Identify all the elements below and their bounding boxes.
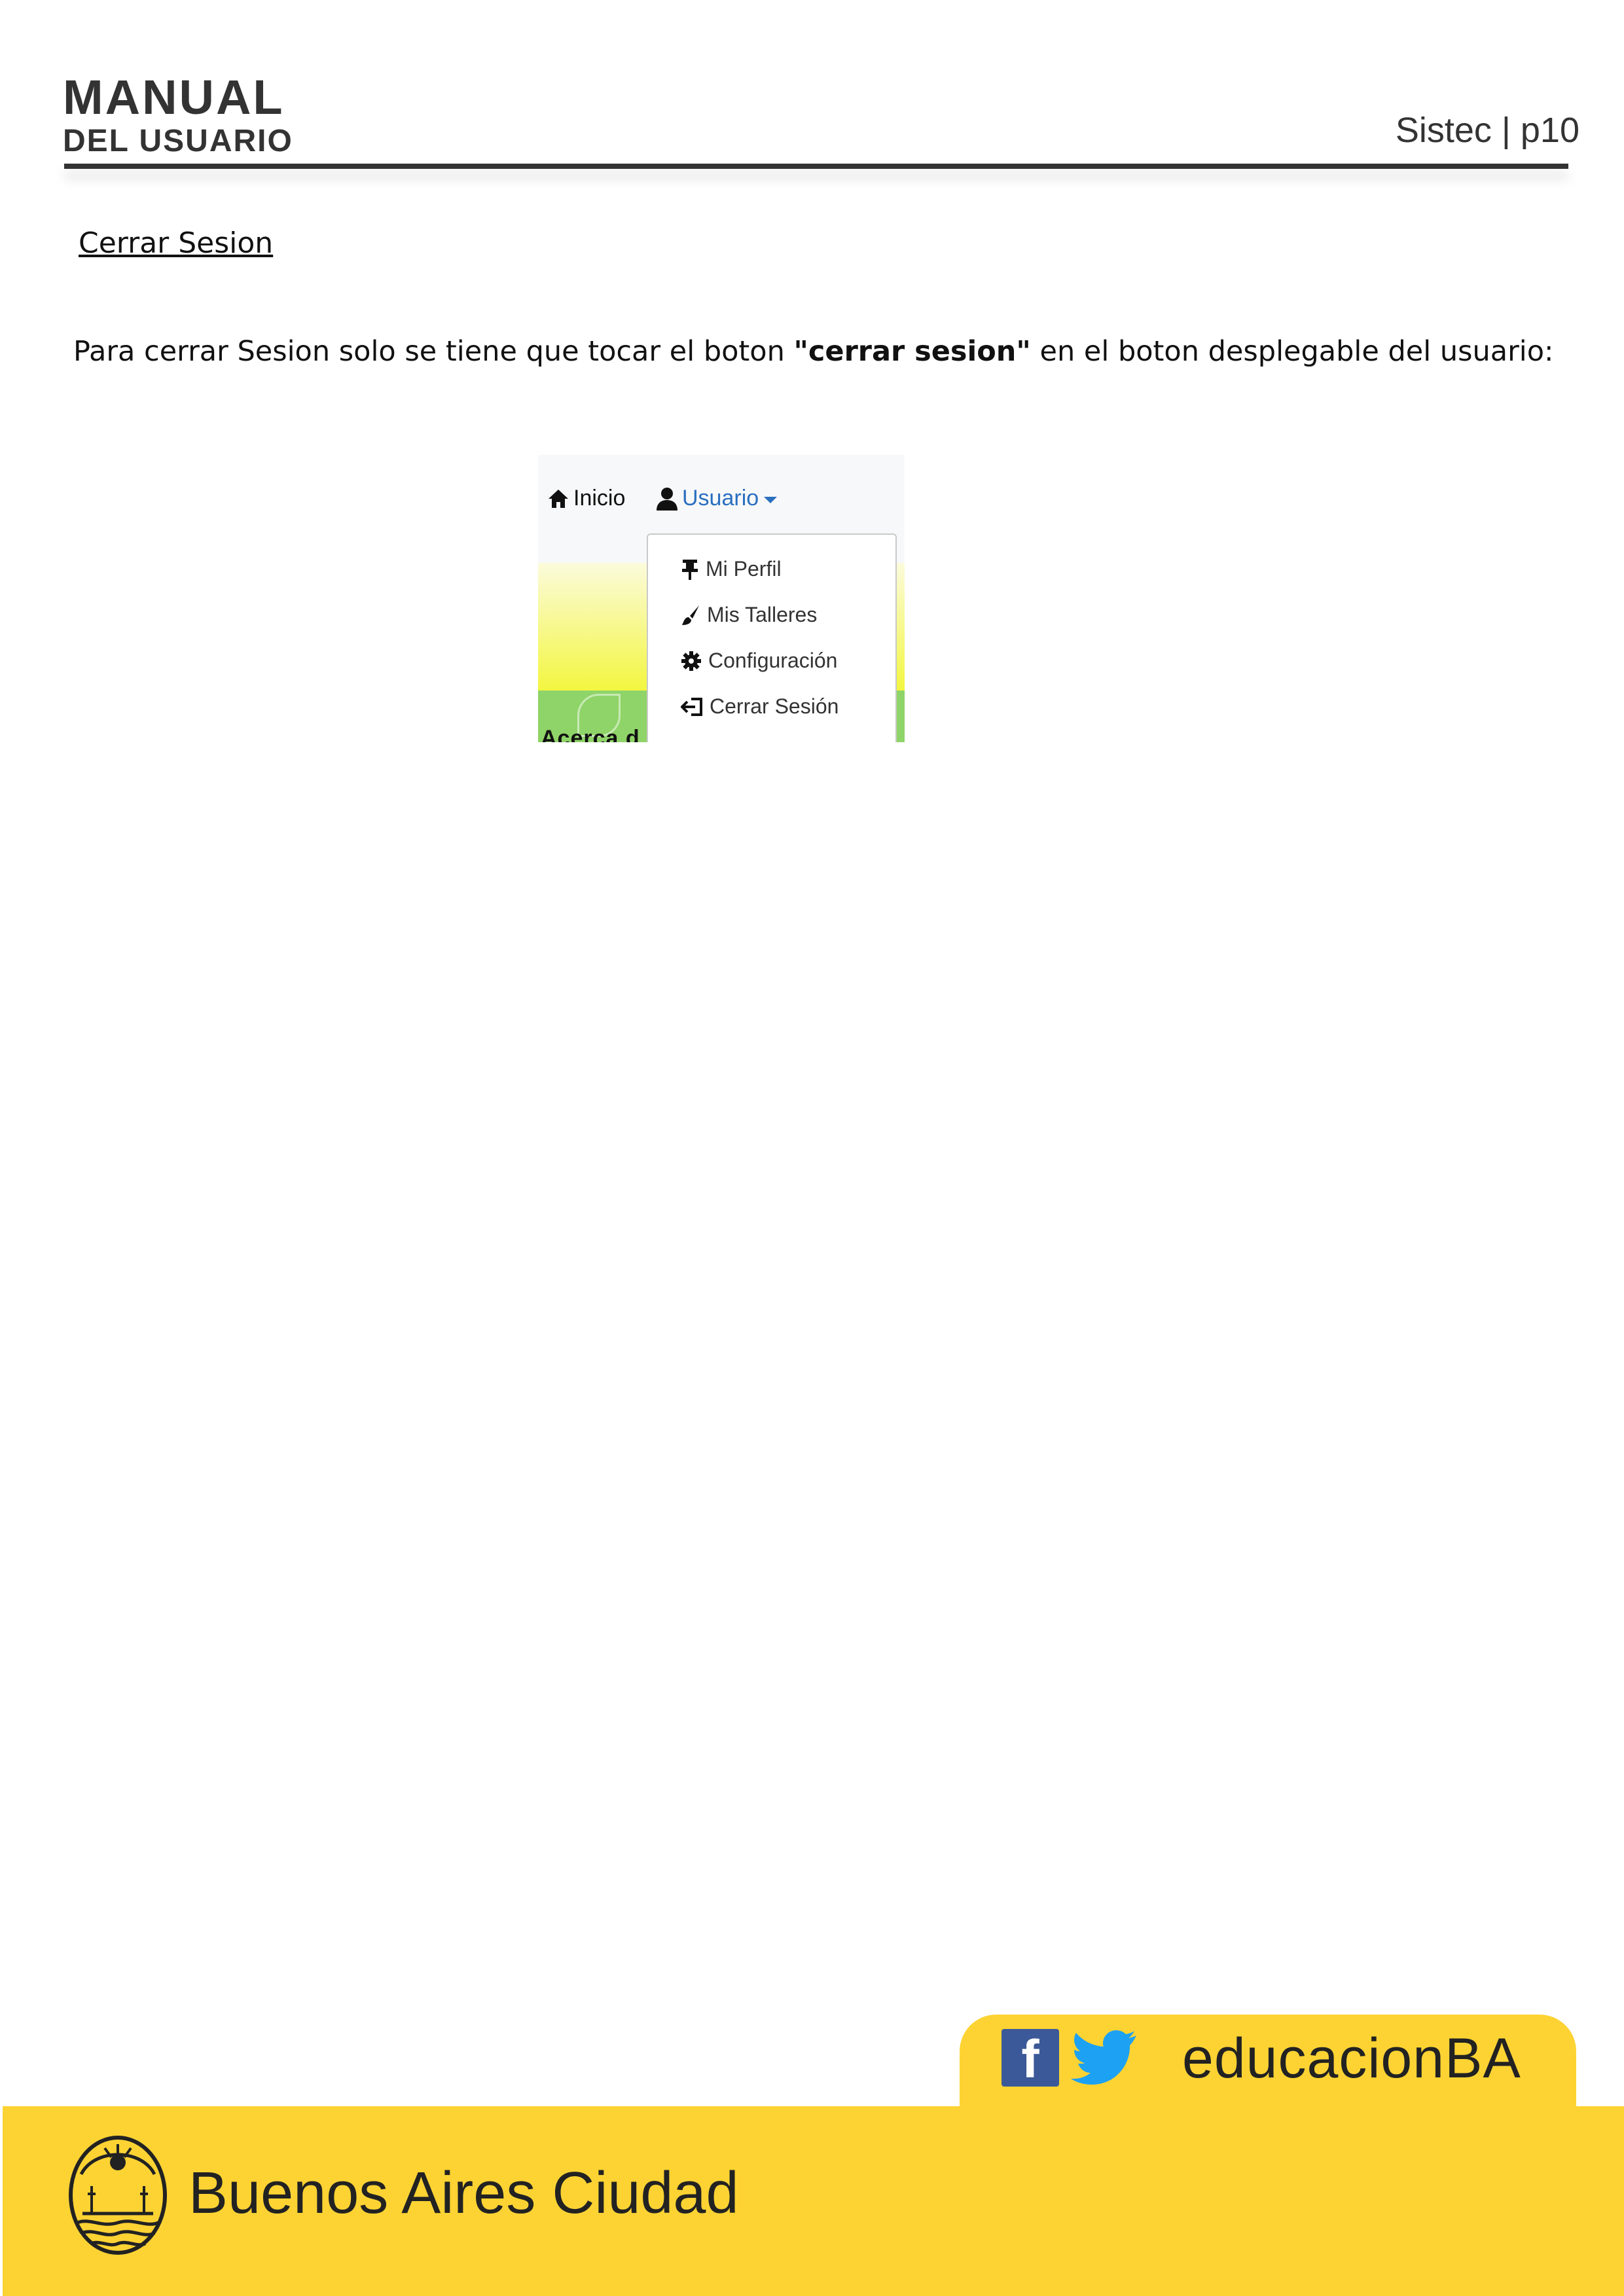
manual-title: MANUAL DEL USUARIO [63,73,293,157]
pin-icon [682,559,698,580]
background-heading: Acerca d [541,726,640,742]
menu-item-cerrar-sesion[interactable]: Cerrar Sesión [681,694,839,719]
brush-icon [682,605,699,625]
city-name: Buenos Aires Ciudad [189,2161,739,2226]
instruction-paragraph: Para cerrar Sesion solo se tiene que toc… [73,334,1554,370]
paragraph-text-after: en el boton desplegable del usuario: [1030,335,1554,368]
city-seal-logo [69,2136,167,2255]
menu-item-label: Mis Talleres [707,603,818,626]
twitter-icon[interactable] [1071,2028,1139,2087]
menu-item-mi-perfil[interactable]: Mi Perfil [681,557,782,581]
user-icon [657,487,677,511]
page-label: Sistec | p10 [1395,111,1579,150]
sign-out-icon [681,697,702,716]
header-divider [64,164,1568,169]
nav-inicio-link[interactable]: Inicio [547,486,625,511]
menu-item-mis-talleres[interactable]: Mis Talleres [681,603,817,627]
menu-item-label: Cerrar Sesión [710,694,839,718]
user-dropdown-menu: Mi Perfil Mis Talleres Configuración Cer… [647,533,897,742]
caret-down-icon [764,496,778,503]
home-icon [549,489,568,508]
gear-icon [681,651,701,671]
social-handle: educacionBA [1182,2027,1521,2090]
facebook-icon[interactable]: f [1001,2029,1059,2087]
manual-title-line2: DEL USUARIO [63,124,293,158]
nav-usuario-dropdown[interactable]: Usuario [656,486,778,511]
menu-item-label: Configuración [708,649,838,672]
nav-inicio-label: Inicio [573,486,626,511]
manual-title-line1: MANUAL [63,70,285,124]
paragraph-bold-text: "cerrar sesion" [793,335,1031,368]
user-menu-screenshot: Acerca d Inicio Usuario Mi Perfil Mis Ta… [538,455,905,742]
section-title: Cerrar Sesion [79,226,274,260]
menu-item-configuracion[interactable]: Configuración [681,649,837,673]
paragraph-text-before: Para cerrar Sesion solo se tiene que toc… [73,335,794,368]
nav-usuario-label: Usuario [682,486,759,511]
menu-item-label: Mi Perfil [706,557,782,581]
